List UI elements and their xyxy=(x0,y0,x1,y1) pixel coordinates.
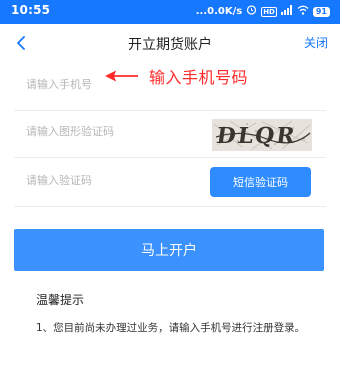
annotation: 输入手机号码 xyxy=(105,62,248,90)
sms-code-button[interactable]: 短信验证码 xyxy=(210,167,311,197)
alarm-icon xyxy=(246,4,257,19)
tips-title: 温馨提示 xyxy=(36,293,85,307)
sms-code-input[interactable] xyxy=(26,174,186,187)
battery-icon: 91 xyxy=(312,6,330,17)
close-button[interactable]: 关闭 xyxy=(304,34,328,51)
annotation-text: 输入手机号码 xyxy=(149,68,249,87)
captcha-image[interactable]: DLQR xyxy=(212,119,312,151)
wifi-icon xyxy=(297,5,309,19)
sms-code-field: 短信验证码 xyxy=(14,160,326,207)
captcha-field: DLQR xyxy=(14,111,326,158)
open-account-button[interactable]: 马上开户 xyxy=(14,229,324,271)
status-icons: ...0.0K/s HD 91 xyxy=(196,4,330,19)
page-title: 开立期货账户 xyxy=(128,37,212,53)
signal-icon xyxy=(280,4,293,19)
hd-icon: HD xyxy=(261,6,277,17)
nav-bar: 开立期货账户 关闭 xyxy=(0,24,340,62)
network-speed: ...0.0K/s xyxy=(195,6,243,17)
captcha-input[interactable] xyxy=(26,125,186,138)
red-arrow-icon xyxy=(105,70,138,82)
tips-item: 1、您目前尚未办理过业务，请输入手机号进行注册登录。 xyxy=(36,322,306,334)
status-bar: 10:55 ...0.0K/s HD 91 xyxy=(0,0,340,24)
status-time: 10:55 xyxy=(11,3,51,17)
